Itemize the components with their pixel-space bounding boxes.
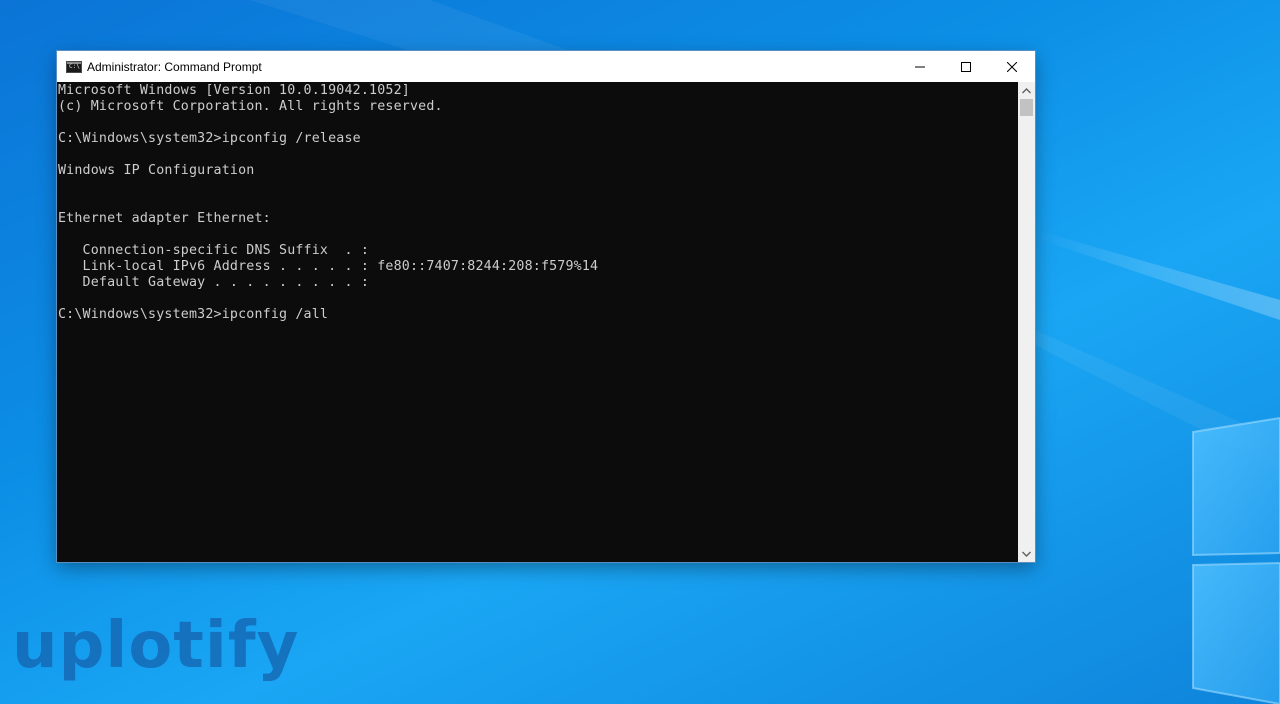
chevron-up-icon	[1022, 87, 1031, 93]
console-input-line[interactable]: C:\Windows\system32>ipconfig /all	[58, 307, 1018, 323]
console-line: (c) Microsoft Corporation. All rights re…	[58, 99, 443, 114]
minimize-button[interactable]	[897, 51, 943, 82]
minimize-icon	[915, 66, 925, 67]
console-line: Link-local IPv6 Address . . . . . : fe80…	[58, 259, 599, 274]
chevron-down-icon	[1022, 551, 1031, 557]
close-button[interactable]	[989, 51, 1035, 82]
scrollbar-thumb[interactable]	[1020, 99, 1033, 116]
title-bar[interactable]: C:\ Administrator: Command Prompt	[57, 51, 1035, 82]
watermark-logo: uplotify	[12, 609, 300, 683]
windows-logo-icon	[1192, 416, 1280, 704]
scroll-down-button[interactable]	[1018, 545, 1035, 562]
console-line: Windows IP Configuration	[58, 163, 255, 178]
console-line: Connection-specific DNS Suffix . :	[58, 243, 370, 258]
cmd-app-icon[interactable]: C:\	[66, 60, 82, 73]
close-icon	[1007, 61, 1017, 72]
caption-buttons	[897, 51, 1035, 82]
window-title: Administrator: Command Prompt	[87, 59, 262, 74]
console-output[interactable]: Microsoft Windows [Version 10.0.19042.10…	[57, 82, 1018, 562]
command-prompt-window[interactable]: C:\ Administrator: Command Prompt Micros…	[57, 51, 1035, 562]
console-line: Microsoft Windows [Version 10.0.19042.10…	[58, 83, 410, 98]
maximize-button[interactable]	[943, 51, 989, 82]
console-line: Ethernet adapter Ethernet:	[58, 211, 271, 226]
console-line: Default Gateway . . . . . . . . . :	[58, 275, 370, 290]
scroll-up-button[interactable]	[1018, 82, 1035, 99]
cmd-app-icon-glyph: C:\	[69, 62, 80, 70]
console-line: C:\Windows\system32>ipconfig /release	[58, 131, 361, 146]
vertical-scrollbar[interactable]	[1018, 82, 1035, 562]
maximize-icon	[961, 61, 971, 72]
